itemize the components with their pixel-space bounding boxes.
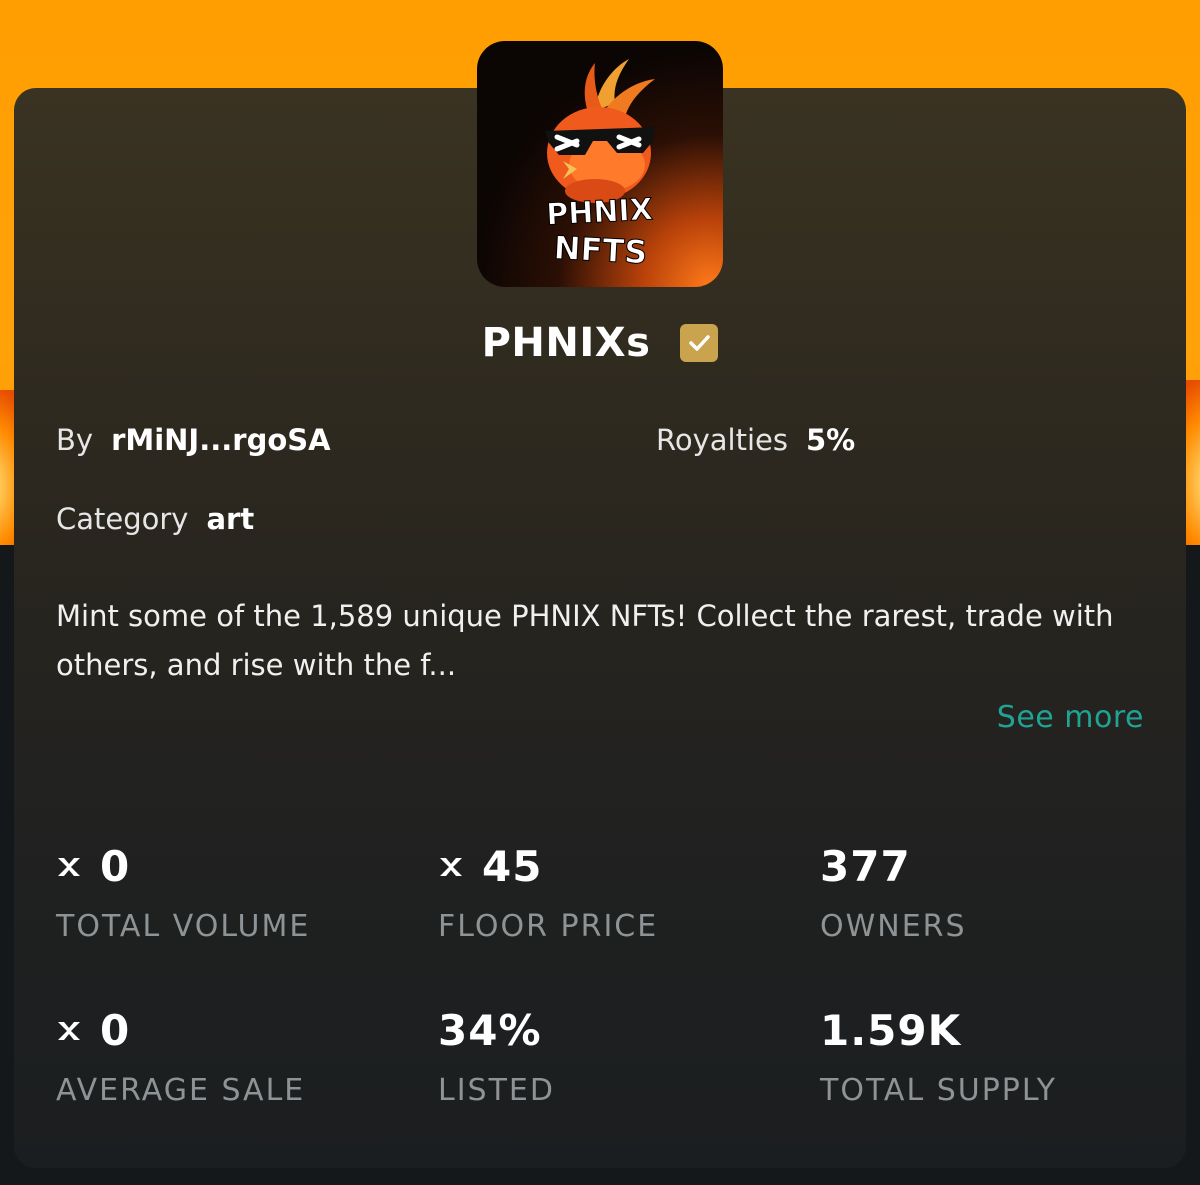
stat-value: 34% xyxy=(438,1006,542,1055)
category-row: Category art xyxy=(56,502,254,536)
category-value: art xyxy=(206,502,255,536)
verified-badge xyxy=(680,324,719,362)
stat-floor-price: 45 FLOOR PRICE xyxy=(438,842,658,944)
stat-value: 45 xyxy=(482,842,543,891)
creator-row: By rMiNJ...rgoSA xyxy=(56,423,331,457)
royalties-label: Royalties xyxy=(656,423,788,457)
stat-label: LISTED xyxy=(438,1073,555,1108)
see-more-link[interactable]: See more xyxy=(997,700,1144,735)
stat-average-sale: 0 AVERAGE SALE xyxy=(56,1006,305,1108)
collection-name: PHNIXs xyxy=(481,320,651,366)
stat-value: 0 xyxy=(100,1006,131,1055)
stat-label: TOTAL VOLUME xyxy=(56,909,311,944)
creator-label: By xyxy=(56,423,94,457)
logo-text-line2: NFTS xyxy=(553,229,648,272)
collection-title: PHNIXs xyxy=(0,320,1200,366)
phoenix-logo-icon: PHNIX NFTS xyxy=(545,59,655,272)
category-label: Category xyxy=(56,502,189,536)
royalties-row: Royalties 5% xyxy=(656,423,855,457)
xrp-icon xyxy=(58,1021,80,1040)
royalties-value: 5% xyxy=(805,423,856,457)
stat-owners: 377 OWNERS xyxy=(820,842,967,944)
checkmark-icon xyxy=(689,335,711,351)
xrp-icon xyxy=(440,857,462,876)
collection-avatar: PHNIX NFTS xyxy=(477,41,723,287)
stat-listed: 34% LISTED xyxy=(438,1006,555,1108)
collection-description: Mint some of the 1,589 unique PHNIX NFTs… xyxy=(56,599,1114,682)
stat-label: FLOOR PRICE xyxy=(438,909,659,944)
stat-value: 0 xyxy=(100,842,131,891)
stat-label: TOTAL SUPPLY xyxy=(820,1073,1057,1108)
stat-label: OWNERS xyxy=(820,909,967,944)
stat-label: AVERAGE SALE xyxy=(56,1073,306,1108)
stat-total-supply: 1.59K TOTAL SUPPLY xyxy=(820,1006,1057,1108)
stat-value: 377 xyxy=(820,842,911,891)
xrp-icon xyxy=(58,857,80,876)
stat-total-volume: 0 TOTAL VOLUME xyxy=(56,842,310,944)
stat-value: 1.59K xyxy=(820,1006,962,1055)
logo-text-line1: PHNIX xyxy=(545,192,653,233)
creator-address-link[interactable]: rMiNJ...rgoSA xyxy=(111,423,331,457)
